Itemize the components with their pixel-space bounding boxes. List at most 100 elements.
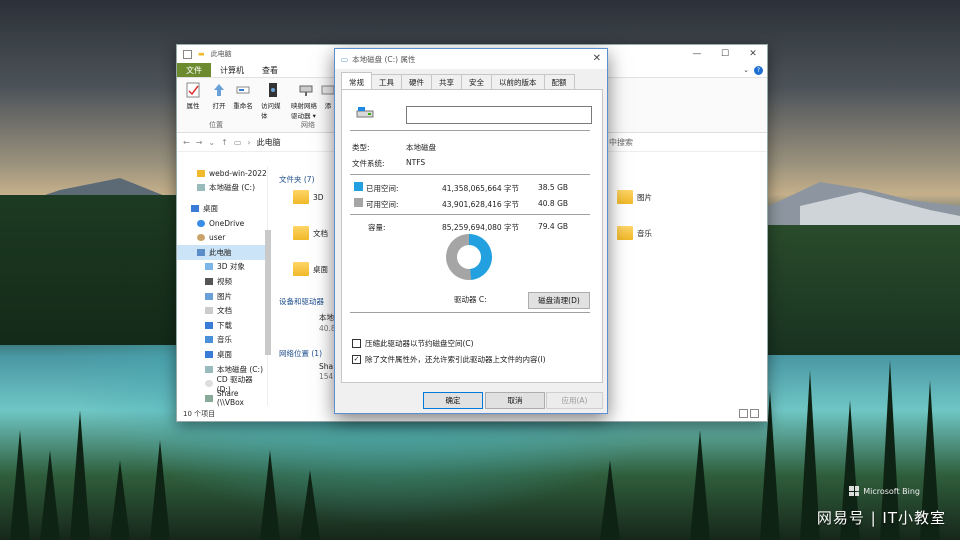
- media-icon: [269, 83, 277, 97]
- folder-item-documents[interactable]: 文档: [293, 226, 328, 240]
- fs-label: 文件系统:: [352, 159, 385, 168]
- tab-hardware[interactable]: 硬件: [401, 74, 432, 90]
- rename-button[interactable]: 重命名: [231, 82, 255, 110]
- disk-cleanup-button[interactable]: 磁盘清理(D): [528, 292, 590, 309]
- drive-icon: [205, 365, 213, 373]
- map-network-drive-button[interactable]: 映射网络驱动器 ▾: [291, 82, 321, 120]
- free-label: 可用空间:: [366, 200, 399, 209]
- properties-button[interactable]: 属性: [181, 82, 205, 110]
- cancel-button[interactable]: 取消: [485, 392, 545, 409]
- nav-item-downloads[interactable]: 下载: [177, 318, 267, 333]
- apply-button[interactable]: 应用(A): [546, 392, 603, 409]
- folder-item-3d[interactable]: 3D: [293, 190, 324, 204]
- breadcrumb[interactable]: 此电脑: [257, 137, 281, 148]
- folder-icon: [293, 226, 309, 240]
- close-button[interactable]: ✕: [739, 45, 767, 63]
- maximize-button[interactable]: ☐: [711, 45, 739, 63]
- nav-item-desktop[interactable]: 桌面: [177, 201, 267, 216]
- nav-item-videos[interactable]: 视频: [177, 274, 267, 289]
- tab-computer[interactable]: 计算机: [211, 63, 253, 77]
- nav-scrollbar[interactable]: [265, 230, 271, 355]
- general-panel: 类型: 本地磁盘 文件系统: NTFS 已用空间: 41,358,065,664…: [341, 89, 603, 383]
- compress-checkbox[interactable]: 压缩此驱动器以节约磁盘空间(C): [352, 338, 474, 349]
- index-checkbox[interactable]: ✓ 除了文件属性外，还允许索引此驱动器上文件的内容(I): [352, 354, 546, 365]
- used-color-swatch: [354, 182, 363, 191]
- ok-button[interactable]: 确定: [423, 392, 483, 409]
- close-icon[interactable]: ✕: [593, 53, 601, 64]
- large-icons-view-icon[interactable]: [750, 409, 759, 418]
- music-icon: [205, 336, 213, 344]
- nav-item-desktop-2[interactable]: 桌面: [177, 347, 267, 362]
- nav-item-webd[interactable]: webd-win-2022: [177, 166, 267, 181]
- folder-icon: [617, 190, 633, 204]
- divider: [350, 174, 590, 175]
- forest-left: [0, 195, 180, 345]
- folder-icon: [293, 262, 309, 276]
- checkmark-icon[interactable]: ✓: [352, 355, 361, 364]
- up-icon[interactable]: ↑: [221, 138, 228, 147]
- desktop-icon: [205, 350, 213, 358]
- section-folders[interactable]: 文件夹 (7): [279, 174, 315, 185]
- navigation-pane: webd-win-2022 本地磁盘 (C:) 桌面 OneDrive user…: [177, 166, 268, 407]
- recent-dropdown-icon[interactable]: ⌄: [208, 138, 215, 147]
- microsoft-logo-icon: [849, 486, 860, 496]
- checkbox-box[interactable]: [352, 339, 361, 348]
- dialog-titlebar: ▭ 本地磁盘 (C:) 属性 ✕: [335, 49, 607, 69]
- nav-item-local-disk[interactable]: 本地磁盘 (C:): [177, 181, 267, 196]
- tab-previous-versions[interactable]: 以前的版本: [491, 74, 545, 90]
- search-input[interactable]: 中搜索: [609, 137, 633, 148]
- access-media-button[interactable]: 访问媒体: [261, 82, 285, 120]
- section-devices[interactable]: 设备和驱动器: [279, 296, 324, 307]
- bing-badge: Microsoft Bing: [849, 486, 920, 496]
- drive-icon: [197, 184, 205, 192]
- nav-item-3d[interactable]: 3D 对象: [177, 260, 267, 275]
- window-controls: — ☐ ✕: [683, 45, 767, 63]
- drive-item-share[interactable]: Sha 154: [289, 362, 333, 381]
- drive-name-input[interactable]: [406, 106, 592, 124]
- status-bar: 10 个项目: [183, 410, 216, 418]
- type-value: 本地磁盘: [406, 143, 436, 152]
- cloud-icon: [197, 219, 205, 227]
- drive-item-local[interactable]: 本地 40.8: [289, 312, 336, 333]
- document-icon: [205, 307, 213, 315]
- open-button[interactable]: 打开: [207, 82, 231, 110]
- details-view-icon[interactable]: [739, 409, 748, 418]
- group-network-label: 网络: [301, 121, 315, 129]
- forward-icon[interactable]: →: [196, 138, 203, 147]
- nav-item-share[interactable]: Share (\\VBox: [177, 389, 267, 407]
- collapse-ribbon-icon[interactable]: ⌄: [743, 66, 749, 74]
- minimize-button[interactable]: —: [683, 45, 711, 63]
- nav-item-user[interactable]: user: [177, 230, 267, 245]
- add-location-icon: [321, 85, 335, 95]
- tab-view[interactable]: 查看: [253, 63, 287, 77]
- quick-access-icon[interactable]: [183, 49, 192, 59]
- nav-item-documents[interactable]: 文档: [177, 303, 267, 318]
- tab-file[interactable]: 文件: [177, 63, 211, 77]
- tab-quota[interactable]: 配额: [543, 74, 575, 90]
- type-label: 类型:: [352, 143, 370, 152]
- back-icon[interactable]: ←: [183, 138, 190, 147]
- help-icon[interactable]: ?: [754, 66, 763, 75]
- tab-security[interactable]: 安全: [461, 74, 492, 90]
- folder-item-pictures[interactable]: 图片: [617, 190, 652, 204]
- nav-item-this-pc[interactable]: 此电脑: [177, 244, 267, 260]
- download-icon: [205, 321, 213, 329]
- section-network[interactable]: 网络位置 (1): [279, 348, 322, 359]
- user-icon: [197, 234, 205, 242]
- network-drive-icon: [205, 394, 213, 402]
- nav-item-music[interactable]: 音乐: [177, 333, 267, 348]
- add-network-location-button[interactable]: 添: [321, 82, 335, 110]
- tab-sharing[interactable]: 共享: [431, 74, 462, 90]
- nav-item-onedrive[interactable]: OneDrive: [177, 216, 267, 231]
- video-icon: [205, 277, 213, 285]
- nav-item-pictures[interactable]: 图片: [177, 289, 267, 304]
- free-color-swatch: [354, 198, 363, 207]
- tab-general[interactable]: 常规: [341, 72, 372, 90]
- folder-item-desktop[interactable]: 桌面: [293, 262, 328, 276]
- tab-tools[interactable]: 工具: [371, 74, 402, 90]
- divider: [350, 312, 590, 313]
- open-icon: [214, 84, 224, 96]
- capacity-size: 79.4 GB: [538, 222, 569, 231]
- network-drive-icon: [299, 85, 313, 96]
- folder-item-music[interactable]: 音乐: [617, 226, 652, 240]
